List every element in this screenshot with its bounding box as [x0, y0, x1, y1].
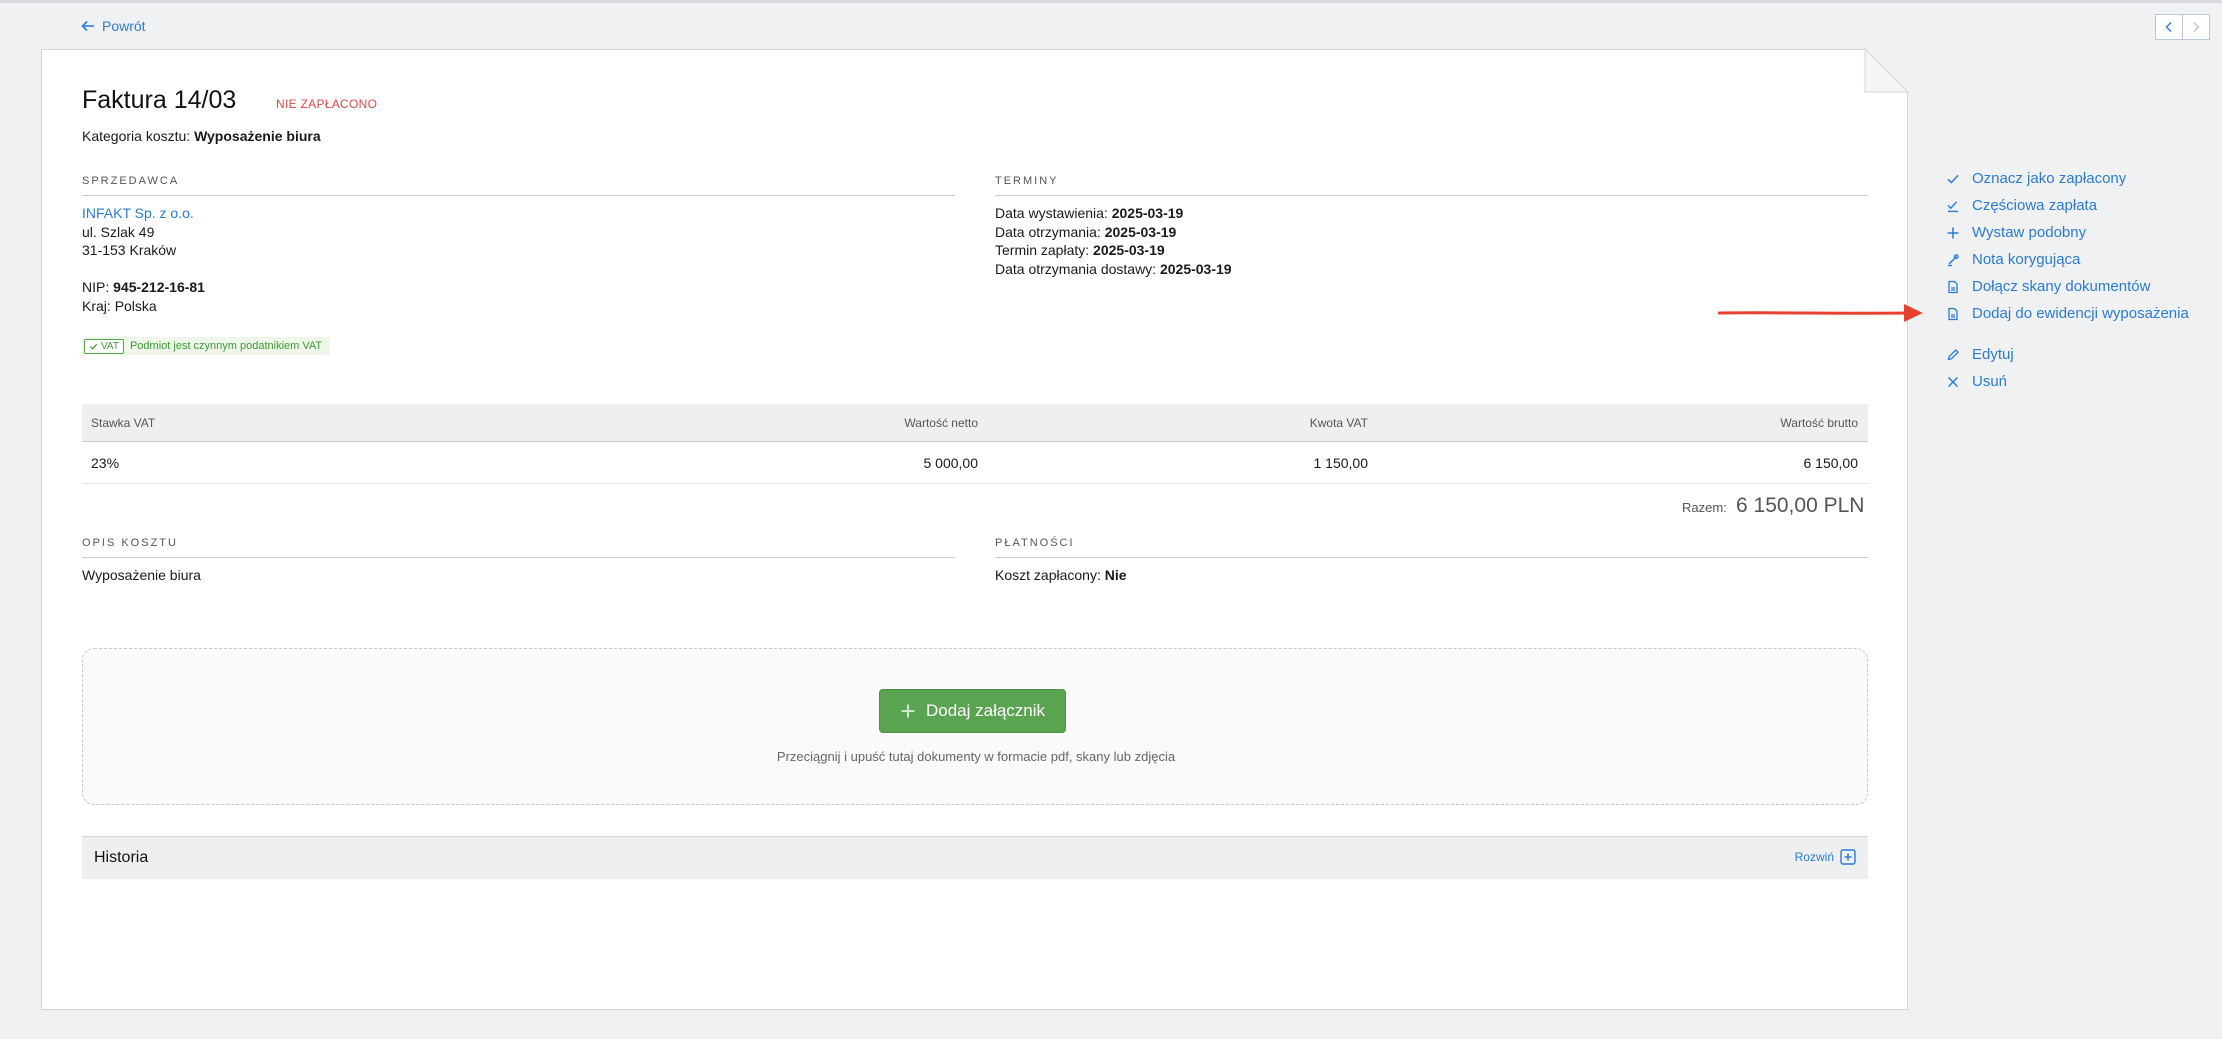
- seller-name-link[interactable]: INFAKT Sp. z o.o.: [82, 204, 194, 222]
- delete-label: Usuń: [1972, 373, 2008, 390]
- add-to-equipment-label: Dodaj do ewidencji wyposażenia: [1972, 305, 2189, 322]
- pencil-icon: [1947, 348, 1959, 360]
- correction-note-label: Nota korygująca: [1972, 251, 2081, 268]
- pager: [2155, 14, 2210, 40]
- issue-date: Data wystawienia: 2025-03-19: [995, 204, 1183, 222]
- received-date: Data otrzymania: 2025-03-19: [995, 223, 1176, 241]
- seller-section-label: SPRZEDAWCA: [82, 175, 180, 187]
- issue-date-label: Data wystawienia:: [995, 205, 1108, 221]
- check-icon: [89, 343, 98, 350]
- due-date-label: Termin zapłaty:: [995, 242, 1090, 258]
- cell-vat-amount: 1 150,00: [1313, 455, 1369, 471]
- plus-icon: [1947, 227, 1959, 238]
- back-link[interactable]: Powrót: [80, 18, 146, 34]
- history-title: Historia: [94, 849, 149, 866]
- col-vat-amount: Kwota VAT: [1309, 416, 1368, 430]
- expand-history-button[interactable]: Rozwiń: [1795, 849, 1856, 865]
- cell-gross-value: 6 150,00: [1803, 455, 1859, 471]
- cell-vat-rate: 23%: [91, 455, 120, 471]
- attach-scans-label: Dołącz skany dokumentów: [1972, 278, 2151, 295]
- cell-net-value: 5 000,00: [923, 455, 979, 471]
- partial-payment-action[interactable]: Częściowa zapłata: [1946, 197, 2097, 214]
- category-label: Kategoria kosztu:: [82, 128, 191, 144]
- delivery-date: Data otrzymania dostawy: 2025-03-19: [995, 260, 1232, 278]
- attach-scans-action[interactable]: Dołącz skany dokumentów: [1946, 278, 2150, 295]
- received-date-label: Data otrzymania:: [995, 224, 1101, 240]
- delivery-date-label: Data otrzymania dostawy:: [995, 261, 1157, 277]
- due-date: Termin zapłaty: 2025-03-19: [995, 241, 1165, 259]
- edit-label: Edytuj: [1972, 346, 2014, 363]
- plus-icon: [901, 704, 915, 718]
- vat-tag: VAT: [84, 338, 124, 354]
- country-label: Kraj:: [82, 298, 111, 314]
- issue-similar-action[interactable]: Wystaw podobny: [1946, 224, 2086, 241]
- seller-country: Kraj: Polska: [82, 297, 157, 315]
- description-text: Wyposażenie biura: [82, 567, 201, 583]
- payments-divider: [995, 557, 1868, 558]
- col-net-value: Wartość netto: [904, 416, 978, 430]
- cost-category: Kategoria kosztu: Wyposażenie biura: [82, 128, 321, 144]
- back-label: Powrót: [102, 18, 146, 34]
- seller-divider: [82, 195, 955, 196]
- add-attachment-button[interactable]: Dodaj załącznik: [879, 689, 1066, 733]
- top-border: [0, 0, 2222, 3]
- vat-status-badge: VAT Podmiot jest czynnym podatnikiem VAT: [82, 337, 331, 355]
- next-button[interactable]: [2183, 14, 2210, 40]
- partial-check-icon: [1947, 200, 1958, 212]
- description-section-label: OPIS KOSZTU: [82, 537, 178, 549]
- mark-paid-action[interactable]: Oznacz jako zapłacony: [1946, 170, 2126, 187]
- paper-fold-corner: [1864, 48, 1910, 93]
- due-date-value: 2025-03-19: [1093, 242, 1165, 258]
- col-vat-rate: Stawka VAT: [91, 416, 156, 430]
- status-badge: NIE ZAPŁACONO: [276, 97, 378, 111]
- nip-value: 945-212-16-81: [113, 279, 205, 295]
- issue-similar-label: Wystaw podobny: [1972, 224, 2087, 241]
- delete-action[interactable]: Usuń: [1946, 373, 2007, 390]
- total-label: Razem:: [1682, 500, 1727, 515]
- vat-tag-label: VAT: [101, 340, 119, 352]
- issue-date-value: 2025-03-19: [1111, 205, 1184, 221]
- document-icon: [1948, 307, 1958, 320]
- document-icon: [1948, 280, 1958, 293]
- partial-payment-label: Częściowa zapłata: [1972, 197, 2098, 214]
- payments-section-label: PŁATNOŚCI: [995, 537, 1075, 549]
- payment-status-value: Nie: [1104, 567, 1127, 583]
- chevron-left-icon: [2165, 22, 2172, 32]
- chevron-right-icon: [2193, 22, 2200, 32]
- add-to-equipment-action[interactable]: Dodaj do ewidencji wyposażenia: [1946, 305, 2189, 322]
- nip-label: NIP:: [82, 279, 110, 295]
- annotation-arrow-icon: [1718, 304, 1923, 322]
- table-row: 23% 5 000,00 1 150,00 6 150,00: [82, 442, 1868, 484]
- payment-status: Koszt zapłacony: Nie: [995, 566, 1127, 584]
- mark-paid-label: Oznacz jako zapłacony: [1972, 170, 2127, 187]
- arrow-left-icon: [81, 20, 94, 32]
- seller-city: 31-153 Kraków: [82, 242, 177, 258]
- description-divider: [82, 557, 955, 558]
- vat-status-text: Podmiot jest czynnym podatnikiem VAT: [129, 340, 323, 352]
- col-gross-value: Wartość brutto: [1780, 416, 1858, 430]
- plus-square-icon: [1840, 849, 1856, 865]
- country-value: Polska: [114, 298, 157, 314]
- payment-status-label: Koszt zapłacony:: [995, 567, 1101, 583]
- terms-divider: [995, 195, 1868, 196]
- category-value: Wyposażenie biura: [194, 128, 321, 144]
- edit-action[interactable]: Edytuj: [1946, 346, 2014, 363]
- vat-table-header: Stawka VAT Wartość netto Kwota VAT Warto…: [82, 404, 1868, 442]
- invoice-title: Faktura 14/03: [82, 86, 237, 114]
- seller-nip: NIP: 945-212-16-81: [82, 278, 205, 296]
- add-attachment-label: Dodaj załącznik: [925, 701, 1046, 720]
- prev-button[interactable]: [2155, 14, 2183, 40]
- history-panel: Historia Rozwiń: [82, 836, 1868, 879]
- seller-street: ul. Szlak 49: [82, 224, 155, 240]
- close-icon: [1947, 376, 1959, 387]
- dropzone-hint: Przeciągnij i upuść tutaj dokumenty w fo…: [776, 749, 1176, 764]
- correction-icon: [1948, 253, 1959, 266]
- check-icon: [1947, 174, 1959, 184]
- received-date-value: 2025-03-19: [1104, 224, 1177, 240]
- delivery-date-value: 2025-03-19: [1159, 261, 1232, 277]
- total-value: 6 150,00 PLN: [1736, 494, 1865, 517]
- terms-section-label: TERMINY: [995, 175, 1059, 187]
- correction-note-action[interactable]: Nota korygująca: [1946, 251, 2080, 268]
- expand-label: Rozwiń: [1794, 850, 1834, 864]
